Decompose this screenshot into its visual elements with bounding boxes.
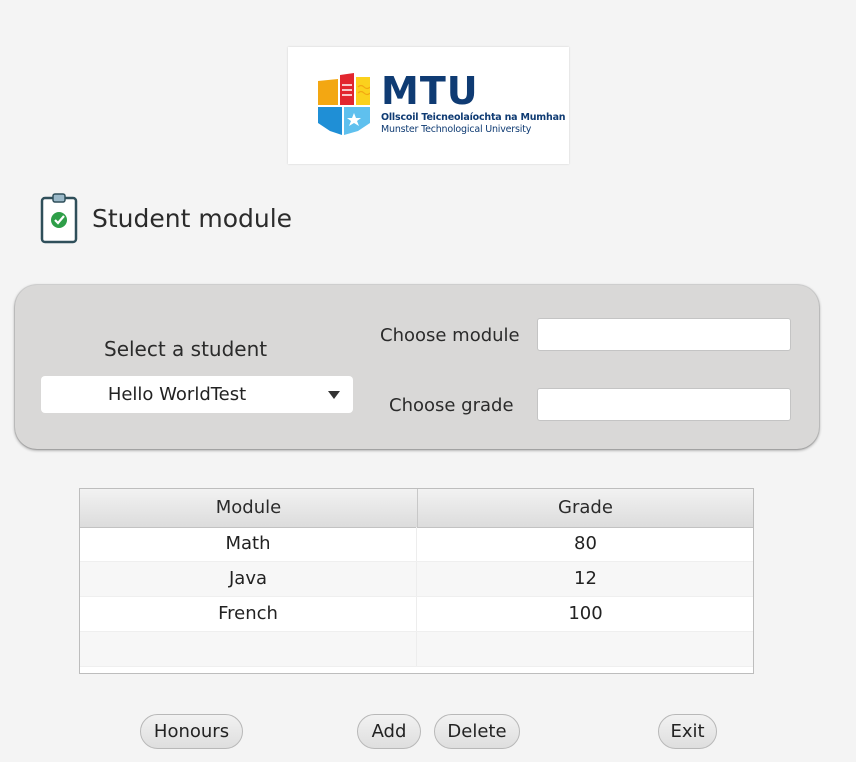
table-row[interactable]: French 100 <box>80 597 753 632</box>
mtu-logo: MTU Ollscoil Teicneolaíochta na Mumhan M… <box>288 47 569 164</box>
add-button[interactable]: Add <box>357 714 421 749</box>
table-row[interactable]: Math 80 <box>80 527 753 562</box>
module-grade-table: Module Grade Math 80 Java 12 French 100 <box>79 488 754 674</box>
select-student-label: Select a student <box>104 337 268 361</box>
logo-irish-name: Ollscoil Teicneolaíochta na Mumhan <box>381 112 566 123</box>
cell-grade <box>418 632 753 666</box>
module-input[interactable] <box>537 318 791 351</box>
logo-wordmark: MTU <box>381 69 479 113</box>
column-header-module[interactable]: Module <box>80 489 418 527</box>
cell-grade: 80 <box>574 533 597 554</box>
table-header: Module Grade <box>80 489 753 528</box>
table-body: Math 80 Java 12 French 100 <box>80 527 753 667</box>
mtu-crest-icon <box>318 73 370 135</box>
cell-grade: 12 <box>574 568 597 589</box>
delete-button[interactable]: Delete <box>434 714 520 749</box>
page-title: Student module <box>92 204 293 233</box>
choose-module-label: Choose module <box>380 325 520 346</box>
table-row[interactable]: Java 12 <box>80 562 753 597</box>
exit-button[interactable]: Exit <box>658 714 717 749</box>
grade-input[interactable] <box>537 388 791 421</box>
clipboard-check-icon <box>40 193 78 244</box>
table-row-empty <box>80 632 753 667</box>
student-form-panel: Select a student Hello WorldTest Choose … <box>15 285 819 449</box>
cell-module: Math <box>80 527 417 561</box>
cell-module: French <box>80 597 417 631</box>
logo-english-name: Munster Technological University <box>381 124 532 135</box>
honours-button[interactable]: Honours <box>140 714 243 749</box>
student-dropdown[interactable]: Hello WorldTest <box>41 376 353 413</box>
cell-module <box>80 632 417 666</box>
selected-student-value: Hello WorldTest <box>107 384 247 405</box>
column-header-grade[interactable]: Grade <box>418 489 753 527</box>
choose-grade-label: Choose grade <box>389 395 514 416</box>
cell-module: Java <box>80 562 417 596</box>
cell-grade: 100 <box>568 603 603 624</box>
dropdown-arrow-icon[interactable] <box>328 391 340 399</box>
